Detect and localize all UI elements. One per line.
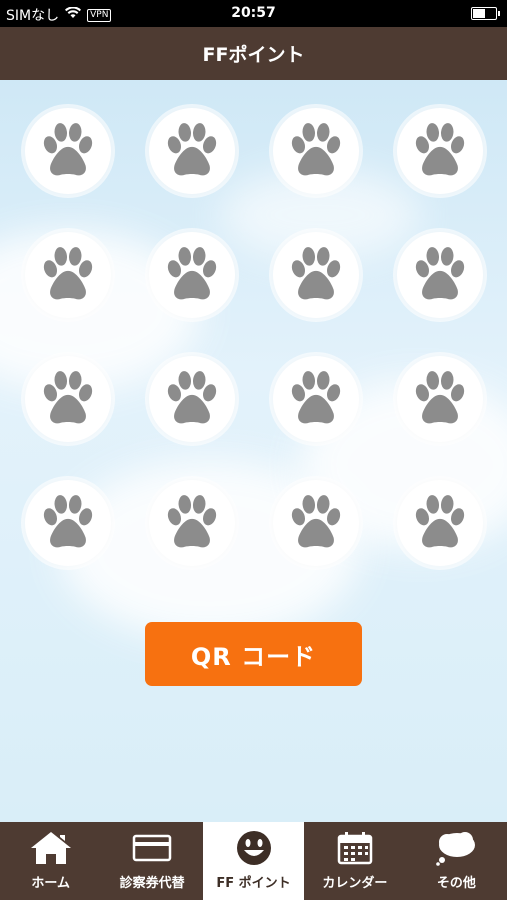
tab-calendar[interactable]: カレンダー — [304, 822, 405, 900]
tab-ff-point[interactable]: FF ポイント — [202, 822, 305, 900]
qr-code-button[interactable]: QR コード — [145, 622, 362, 686]
tab-home[interactable]: ホーム — [0, 822, 101, 900]
calendar-icon — [333, 828, 377, 868]
paw-stamp — [149, 232, 235, 318]
tab-more-label: その他 — [436, 876, 476, 891]
paw-icon — [285, 368, 347, 430]
tab-ff-point-label: FF ポイント — [216, 876, 291, 891]
paw-icon — [161, 244, 223, 306]
paw-icon — [37, 368, 99, 430]
paw-stamp — [397, 108, 483, 194]
card-icon — [130, 828, 174, 868]
status-time: 20:57 — [231, 5, 276, 21]
tab-home-label: ホーム — [31, 876, 71, 891]
paw-stamp — [273, 356, 359, 442]
tab-bar: ホーム 診察券代替 FF ポイント カレンダー その他 — [0, 822, 507, 900]
paw-icon — [161, 120, 223, 182]
paw-stamp — [25, 108, 111, 194]
paw-stamp — [25, 356, 111, 442]
paw-stamp — [273, 108, 359, 194]
paw-icon — [37, 492, 99, 554]
paw-icon — [285, 492, 347, 554]
paw-icon — [37, 244, 99, 306]
paw-icon — [409, 368, 471, 430]
paw-stamp — [397, 480, 483, 566]
battery-icon — [471, 7, 500, 20]
paw-icon — [409, 120, 471, 182]
page-title: FFポイント — [202, 44, 305, 66]
paw-stamp — [25, 480, 111, 566]
paw-icon — [409, 492, 471, 554]
paw-icon — [409, 244, 471, 306]
tab-calendar-label: カレンダー — [322, 876, 388, 891]
paw-icon — [161, 492, 223, 554]
paw-stamp — [273, 480, 359, 566]
status-bar: SIMなし VPN 20:57 — [0, 0, 507, 27]
paw-icon — [37, 120, 99, 182]
more-bubble-icon — [434, 828, 478, 868]
smiley-icon — [232, 828, 276, 868]
paw-icon — [161, 368, 223, 430]
paw-icon — [285, 244, 347, 306]
stamp-grid — [0, 80, 507, 580]
paw-stamp — [273, 232, 359, 318]
nav-bar: FFポイント — [0, 27, 507, 80]
paw-stamp — [397, 356, 483, 442]
qr-code-button-label: QR コード — [190, 642, 317, 671]
paw-icon — [285, 120, 347, 182]
paw-stamp — [149, 356, 235, 442]
stamp-card-area — [0, 80, 507, 822]
tab-card[interactable]: 診察券代替 — [101, 822, 202, 900]
paw-stamp — [149, 480, 235, 566]
paw-stamp — [25, 232, 111, 318]
paw-stamp — [397, 232, 483, 318]
tab-card-label: 診察券代替 — [119, 876, 185, 891]
paw-stamp — [149, 108, 235, 194]
tab-more[interactable]: その他 — [406, 822, 507, 900]
home-icon — [29, 828, 73, 868]
